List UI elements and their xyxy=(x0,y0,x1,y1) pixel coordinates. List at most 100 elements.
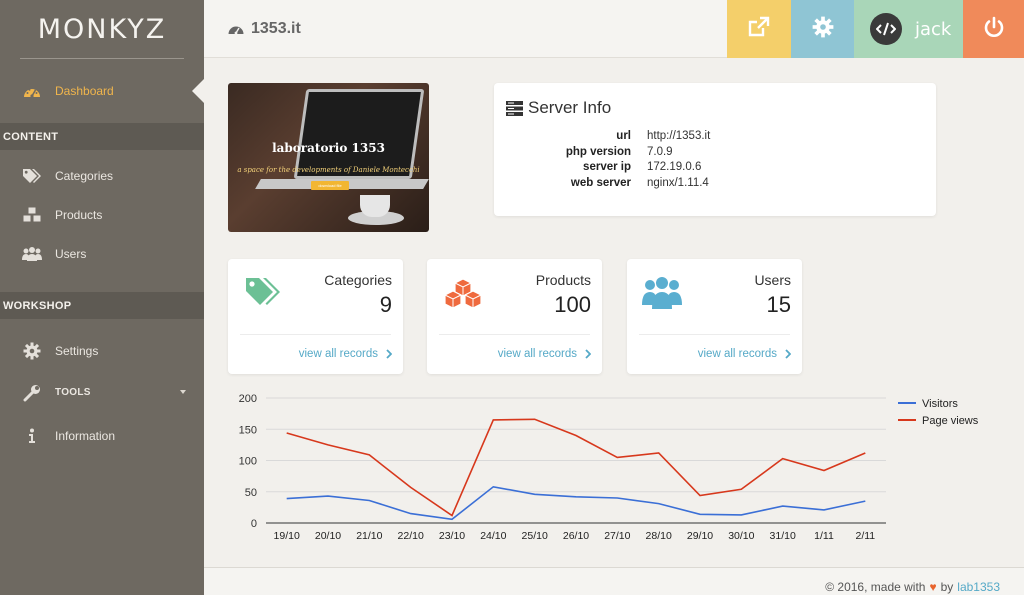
server-value: http://1353.it xyxy=(647,130,711,142)
sidebar-item-tools[interactable]: TOOLS xyxy=(0,373,204,412)
x-tick-label: 21/10 xyxy=(356,530,382,542)
stat-value: 15 xyxy=(766,292,791,317)
wrench-icon xyxy=(22,383,42,403)
server-value: 7.0.9 xyxy=(647,146,673,158)
server-row: php version 7.0.9 xyxy=(494,146,936,162)
sidebar-item-products[interactable]: Products xyxy=(0,195,204,234)
avatar xyxy=(870,13,902,45)
logout-button[interactable] xyxy=(963,0,1024,58)
open-site-button[interactable] xyxy=(727,0,791,58)
x-tick-label: 25/10 xyxy=(522,530,548,542)
server-key: server ip xyxy=(583,161,631,173)
sidebar-item-label: Information xyxy=(55,428,116,443)
server-info-card: Server Info url http://1353.it php versio… xyxy=(494,83,936,216)
dashboard-icon xyxy=(228,22,244,35)
view-all-users-link[interactable]: view all records xyxy=(698,348,791,360)
chevron-right-icon xyxy=(386,349,392,359)
server-info-heading: Server Info xyxy=(528,98,612,117)
section-workshop: WORKSHOP xyxy=(0,292,204,319)
sidebar-item-dashboard[interactable]: Dashboard xyxy=(0,59,204,123)
x-tick-label: 19/10 xyxy=(274,530,300,542)
sidebar-item-settings[interactable]: Settings xyxy=(0,331,204,370)
sidebar-item-label: Categories xyxy=(55,168,114,183)
cubes-icon xyxy=(22,205,42,225)
tags-icon xyxy=(22,166,42,186)
logo[interactable]: MONKYZ xyxy=(0,0,204,58)
x-tick-label: 22/10 xyxy=(398,530,424,542)
stat-label: Users xyxy=(754,272,791,288)
line-chart: 0 50 100 150 200 19/10 20/10 21/10 22/10 23/10 24/… xyxy=(239,393,979,542)
footer-link[interactable]: lab1353 xyxy=(957,580,1000,594)
stat-label: Categories xyxy=(324,272,392,288)
dashboard-icon xyxy=(22,81,42,101)
page-title: 1353.it xyxy=(228,20,301,38)
x-tick-label: 2/11 xyxy=(855,530,875,542)
x-tick-label: 27/10 xyxy=(604,530,630,542)
footer-copyright: © 2016, made with xyxy=(825,580,926,594)
sidebar-item-label: TOOLS xyxy=(55,387,91,398)
server-key: php version xyxy=(565,146,631,158)
divider xyxy=(240,334,391,335)
view-all-categories-link[interactable]: view all records xyxy=(299,348,392,360)
chevron-right-icon xyxy=(585,349,591,359)
tags-icon xyxy=(243,275,281,312)
y-tick-label: 0 xyxy=(251,518,257,530)
server-row: server ip 172.19.0.6 xyxy=(494,161,936,177)
x-tick-label: 20/10 xyxy=(315,530,341,542)
x-tick-label: 29/10 xyxy=(687,530,713,542)
server-key: url xyxy=(616,130,631,142)
chevron-right-icon xyxy=(785,349,791,359)
sidebar: MONKYZ Dashboard CONTENT Categories Prod… xyxy=(0,0,204,595)
divider xyxy=(439,334,590,335)
sidebar-item-label: Dashboard xyxy=(55,84,114,98)
sidebar-item-label: Settings xyxy=(55,343,99,358)
banner-image: laboratorio 1353 a space for the develop… xyxy=(228,83,429,232)
footer-text: © 2016, made with ♥ by lab1353 xyxy=(825,580,1000,594)
chevron-down-icon xyxy=(180,390,186,394)
server-icon xyxy=(506,100,523,116)
site-name: 1353.it xyxy=(251,19,301,37)
legend-label: Page views xyxy=(922,415,979,427)
power-icon xyxy=(983,16,1005,43)
sidebar-item-information[interactable]: Information xyxy=(0,416,204,455)
server-value: nginx/1.11.4 xyxy=(647,177,709,189)
header-actions: jack xyxy=(727,0,1024,58)
link-text: view all records xyxy=(497,348,577,360)
banner-title: laboratorio 1353 xyxy=(272,141,385,155)
x-tick-label: 31/10 xyxy=(770,530,796,542)
banner-button[interactable]: download file xyxy=(311,181,349,190)
y-tick-label: 50 xyxy=(245,487,257,499)
sidebar-item-categories[interactable]: Categories xyxy=(0,156,204,195)
footer: © 2016, made with ♥ by lab1353 xyxy=(204,567,1024,595)
user-menu-button[interactable]: jack xyxy=(854,0,963,58)
users-icon xyxy=(642,275,682,316)
sidebar-item-users[interactable]: Users xyxy=(0,234,204,273)
link-text: view all records xyxy=(697,348,777,360)
heart-icon: ♥ xyxy=(929,580,937,594)
traffic-chart: 0 50 100 150 200 19/10 20/10 21/10 22/10 23/10 24/… xyxy=(228,385,1000,555)
legend-label: Visitors xyxy=(922,398,958,410)
x-tick-label: 24/10 xyxy=(480,530,506,542)
server-row: web server nginx/1.11.4 xyxy=(494,177,936,193)
top-header: 1353.it jack xyxy=(204,0,1024,58)
x-tick-label: 23/10 xyxy=(439,530,465,542)
sidebar-item-label: Users xyxy=(55,246,87,261)
external-link-icon xyxy=(747,16,771,43)
stat-value: 100 xyxy=(554,292,591,317)
cup-illustration xyxy=(360,195,390,217)
stat-label: Products xyxy=(535,272,591,288)
stat-card-users: Users 15 view all records xyxy=(627,259,802,374)
view-all-products-link[interactable]: view all records xyxy=(498,348,591,360)
cubes-icon xyxy=(442,275,484,316)
server-value: 172.19.0.6 xyxy=(647,161,702,173)
x-tick-label: 28/10 xyxy=(646,530,672,542)
y-tick-label: 200 xyxy=(239,393,257,405)
gear-icon xyxy=(812,16,834,43)
divider xyxy=(639,334,790,335)
banner-subtitle: a space for the developments of Daniele … xyxy=(237,166,420,174)
sidebar-item-label: Products xyxy=(55,207,103,222)
gear-icon xyxy=(22,341,42,361)
y-tick-label: 100 xyxy=(239,456,257,468)
settings-button[interactable] xyxy=(791,0,854,58)
section-content: CONTENT xyxy=(0,123,204,150)
